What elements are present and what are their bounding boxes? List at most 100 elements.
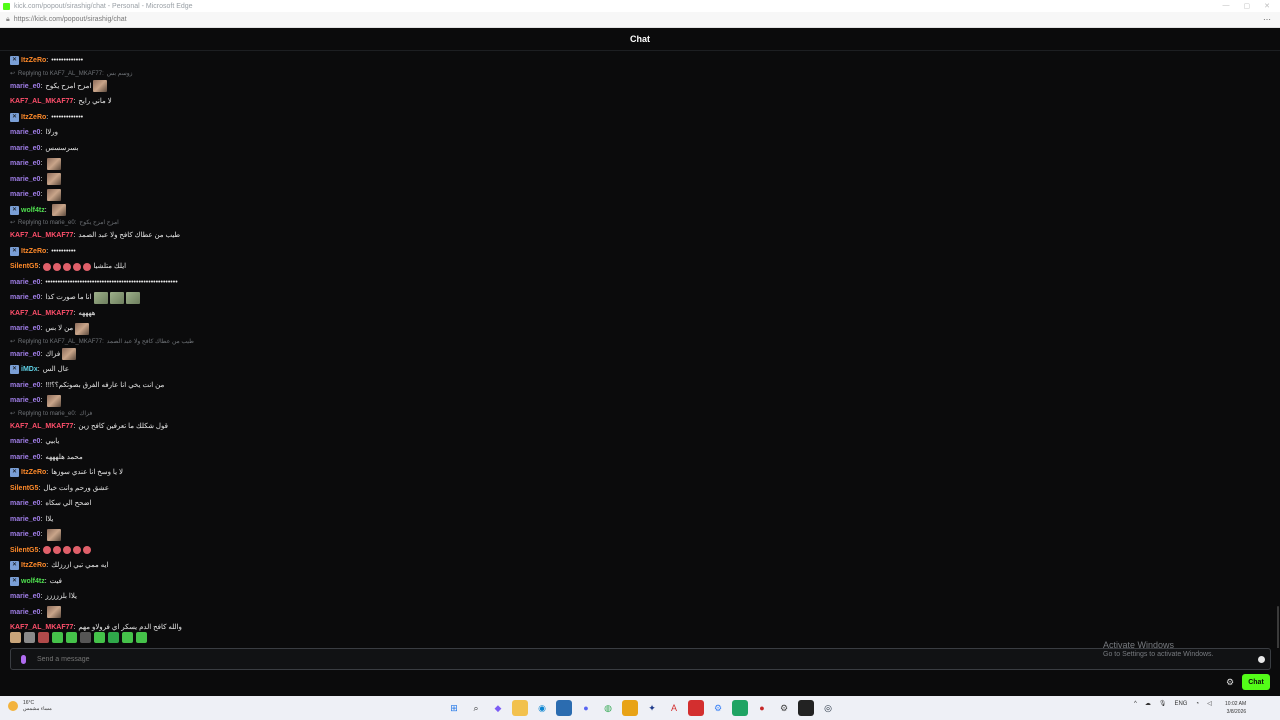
edge-icon[interactable]: ◉ [534,700,550,716]
chat-username[interactable]: KAF7_AL_MKAF77 [10,94,73,110]
chat-username[interactable]: marie_e0 [10,347,40,363]
send-message-input[interactable] [35,654,1258,664]
chat-message[interactable]: marie_e0: [10,156,1270,172]
chat-message[interactable]: marie_e0: فزاك [10,347,1270,363]
app-icon-4[interactable]: ⚙ [710,700,726,716]
settings-icon[interactable]: ⚙ [776,700,792,716]
chat-username[interactable]: wolf4tz [21,203,45,219]
chat-username[interactable]: SilentG5 [10,259,38,275]
chat-message[interactable]: marie_e0: [10,527,1270,543]
chat-username[interactable]: marie_e0 [10,187,40,203]
chat-username[interactable]: ItzZeRo [21,558,46,574]
chat-username[interactable]: marie_e0 [10,125,40,141]
chat-message[interactable]: marie_e0: [10,172,1270,188]
chat-message[interactable]: ✕ ItzZeRo: لا يا وسخ انا عندي سوزها [10,465,1270,481]
chat-message[interactable]: KAF7_AL_MKAF77: طيب من عطاك كافح ولا عبد … [10,228,1270,244]
chat-message[interactable]: marie_e0: من لا بس [10,321,1270,337]
maximize-icon[interactable]: ▢ [1244,2,1251,10]
file-explorer-icon[interactable] [512,700,528,716]
emote-icon[interactable] [108,632,119,643]
emote-icon[interactable] [136,632,147,643]
chat-message[interactable]: ✕ ItzZeRo: ايه ممي تبي ازرزلك [10,558,1270,574]
chat-message[interactable]: marie_e0: [10,605,1270,621]
chat-message[interactable]: marie_e0: ورلاا [10,125,1270,141]
chat-message[interactable]: KAF7_AL_MKAF77: ههههه [10,306,1270,322]
chat-username[interactable]: iMDx [21,362,38,378]
emote-icon[interactable] [24,632,35,643]
chat-username[interactable]: wolf4tz [21,574,45,590]
chat-username[interactable]: marie_e0 [10,378,40,394]
chat-message[interactable]: KAF7_AL_MKAF77: قول شكلك ما تعرفين كافح ز… [10,419,1270,435]
chat-username[interactable]: marie_e0 [10,275,40,291]
chat-message[interactable]: marie_e0: [10,187,1270,203]
emote-icon[interactable] [38,632,49,643]
copilot-icon[interactable]: ◆ [490,700,506,716]
language-indicator[interactable]: ENG [1174,701,1187,707]
chat-message[interactable]: marie_e0: انا ما صورت كذا [10,290,1270,306]
minimize-icon[interactable]: — [1223,2,1230,10]
app-icon-7[interactable] [798,700,814,716]
reply-preview[interactable]: ↩ Replying to marie_e0: امزح امزح يكوح [10,218,1270,228]
message-input-box[interactable] [10,648,1271,670]
emote-strip[interactable] [10,632,147,644]
reply-preview[interactable]: ↩ Replying to marie_e0: فزاك [10,409,1270,419]
app-icon-3[interactable] [688,700,704,716]
chat-message[interactable]: marie_e0: اضحح الي سكاه [10,496,1270,512]
search-icon[interactable]: ⌕ [468,700,484,716]
chat-message[interactable]: ✕ wolf4tz: فيت [10,574,1270,590]
reply-preview[interactable]: ↩ Replying to KAF7_AL_MKAF77: طيب من عطاك … [10,337,1270,347]
chat-message-list[interactable]: ✕ ItzZeRo: ••••••••••••• ↩ Replying to KAF7_… [0,50,1280,648]
chat-message[interactable]: ✕ wolf4tz: [10,203,1270,219]
chat-username[interactable]: marie_e0 [10,450,40,466]
wifi-icon[interactable]: ◔ [1195,701,1199,707]
chat-message[interactable]: SilentG5: [10,543,1270,559]
chat-username[interactable]: SilentG5 [10,481,38,497]
chat-username[interactable]: KAF7_AL_MKAF77 [10,306,73,322]
chat-send-button[interactable]: Chat [1242,674,1270,690]
chat-username[interactable]: marie_e0 [10,496,40,512]
chat-message[interactable]: marie_e0: محمد هلهههه [10,450,1270,466]
chat-message[interactable]: marie_e0: يابيي [10,434,1270,450]
microphone-icon[interactable] [21,654,26,664]
mic-icon[interactable]: 🎙︎ [1159,700,1167,707]
chat-username[interactable]: marie_e0 [10,605,40,621]
gear-icon[interactable]: ⚙ [1225,677,1235,687]
chat-username[interactable]: ItzZeRo [21,110,46,126]
chat-username[interactable]: ItzZeRo [21,244,46,260]
more-options-icon[interactable]: ⋯ [1263,15,1272,24]
chat-message[interactable]: KAF7_AL_MKAF77: لا ماني رايح [10,94,1270,110]
windows-start-icon[interactable]: ⊞ [446,700,462,716]
emote-icon[interactable] [80,632,91,643]
steam-icon[interactable]: ◎ [820,700,836,716]
chat-message[interactable]: ✕ iMDx: عال الس [10,362,1270,378]
discord-icon[interactable]: ● [578,700,594,716]
emote-icon[interactable] [94,632,105,643]
volume-icon[interactable]: ◁ [1207,700,1212,707]
chat-username[interactable]: KAF7_AL_MKAF77 [10,419,73,435]
chat-message[interactable]: ✕ ItzZeRo: ••••••••••••• [10,110,1270,126]
emote-icon[interactable] [66,632,77,643]
chat-message[interactable]: SilentG5: عشق ورحم وانت خيال [10,481,1270,497]
chat-message[interactable]: marie_e0: يلاا [10,512,1270,528]
chat-username[interactable]: marie_e0 [10,512,40,528]
chat-message[interactable]: KAF7_AL_MKAF77: والله كافح الدم يسكر اي ف… [10,620,1270,636]
chevron-up-icon[interactable]: ^ [1134,701,1137,707]
chat-message[interactable]: marie_e0: [10,393,1270,409]
chat-username[interactable]: marie_e0 [10,141,40,157]
emote-icon[interactable] [122,632,133,643]
chat-message[interactable]: marie_e0: •••••••••••••••••••••••••••••••… [10,275,1270,291]
chat-message[interactable]: marie_e0: !!!من انت يخي انا عارفه الفرق ب… [10,378,1270,394]
chat-username[interactable]: marie_e0 [10,589,40,605]
chat-username[interactable]: marie_e0 [10,290,40,306]
chat-message[interactable]: ✕ ItzZeRo: •••••••••• [10,244,1270,260]
chat-message[interactable]: marie_e0: يلاا بلززززز [10,589,1270,605]
scrollbar[interactable] [1277,606,1279,648]
address-bar[interactable]: 🔒︎ https://kick.com/popout/sirashig/chat… [0,12,1280,28]
app-icon-5[interactable] [732,700,748,716]
reply-preview[interactable]: ↩ Replying to KAF7_AL_MKAF77: زوسم بس [10,69,1270,79]
chat-username[interactable]: marie_e0 [10,172,40,188]
acrobat-icon[interactable]: A [666,700,682,716]
chat-username[interactable]: SilentG5 [10,543,38,559]
chat-username[interactable]: KAF7_AL_MKAF77 [10,228,73,244]
url-text[interactable]: https://kick.com/popout/sirashig/chat [14,16,127,23]
